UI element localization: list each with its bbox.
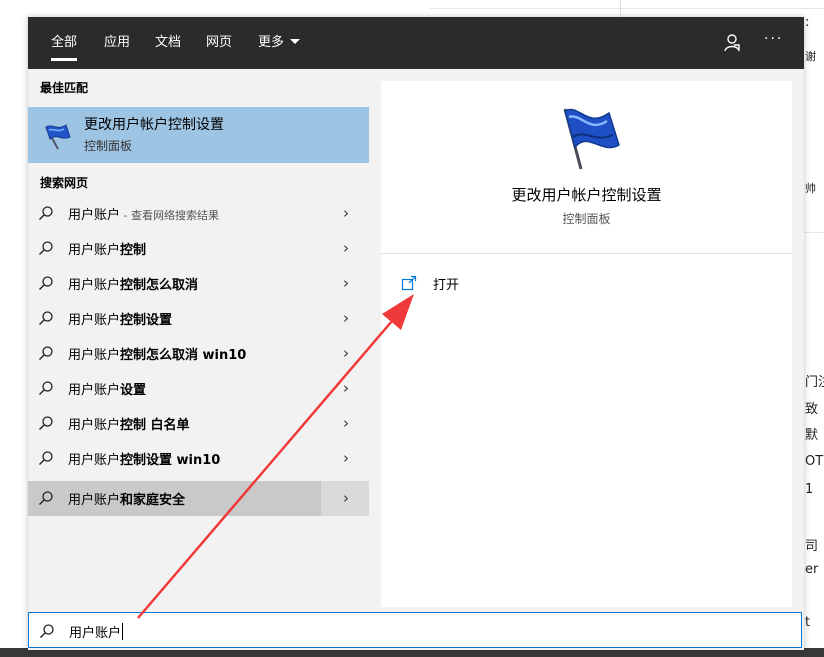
preview-title: 更改用户帐户控制设置 (511, 186, 662, 204)
background-text: 司 (805, 539, 819, 554)
results-list: 最佳匹配 更改用户帐户控制设置 控制面板 搜索网页 用户账户 - 查看网络搜索结… (28, 69, 369, 607)
web-result-label: 用户账户控制 白名单 (68, 418, 190, 433)
search-input[interactable]: 用户账户 (69, 622, 124, 641)
best-match-item[interactable]: 更改用户帐户控制设置 控制面板 (28, 107, 369, 163)
search-icon (39, 346, 53, 360)
web-result-label: 用户账户 - 查看网络搜索结果 (68, 208, 219, 223)
chevron-right-icon[interactable]: › (343, 204, 349, 222)
preview-pane: 更改用户帐户控制设置 控制面板 打开 (381, 81, 792, 607)
background-text: 门注 (805, 375, 824, 390)
chevron-right-icon[interactable]: › (343, 274, 349, 292)
search-icon (39, 416, 53, 430)
background-text: er (805, 562, 819, 577)
open-action-label: 打开 (433, 278, 460, 293)
tab-apps[interactable]: 应用 (104, 17, 130, 69)
chevron-right-icon[interactable]: › (343, 309, 349, 327)
search-icon (39, 491, 53, 505)
background-divider (430, 8, 824, 9)
start-search-panel: 全部 应用 文档 网页 更多 ··· 最佳匹配 更改用户帐户控制设置 控制面板 … (28, 17, 804, 650)
best-match-subtitle: 控制面板 (84, 139, 133, 153)
tab-more[interactable]: 更多 (258, 17, 301, 69)
background-divider (804, 232, 824, 233)
web-result-hint: - 查看网络搜索结果 (120, 209, 219, 222)
web-result-row[interactable]: 用户账户控制设置 win10 › (28, 441, 369, 476)
caret-down-icon (290, 39, 301, 44)
search-icon (39, 311, 53, 325)
uac-flag-icon (45, 124, 71, 150)
search-icon (39, 206, 53, 220)
search-icon (39, 241, 53, 255)
web-result-label: 用户账户控制怎么取消 win10 (68, 348, 247, 363)
web-result-row[interactable]: 用户账户控制怎么取消 › (28, 266, 369, 301)
tab-web[interactable]: 网页 (206, 17, 232, 69)
background-divider (620, 0, 621, 18)
background-text: 默 (805, 428, 819, 443)
background-text: t (805, 615, 811, 630)
preview-divider (381, 253, 792, 254)
best-match-header: 最佳匹配 (40, 81, 89, 95)
web-result-label: 用户账户设置 (68, 383, 147, 398)
open-external-icon (401, 275, 417, 291)
tab-all[interactable]: 全部 (51, 17, 78, 69)
filter-tabs-bar: 全部 应用 文档 网页 更多 ··· (28, 17, 804, 69)
background-text: : (805, 15, 810, 30)
web-result-row[interactable]: 用户账户控制设置 › (28, 301, 369, 336)
best-match-title: 更改用户帐户控制设置 (84, 117, 224, 133)
text-cursor (122, 623, 124, 640)
web-result-label: 用户账户控制 (68, 243, 147, 258)
web-search-header: 搜索网页 (40, 176, 89, 190)
more-options-button[interactable]: ··· (764, 31, 783, 47)
background-text: 致 (805, 402, 819, 417)
background-text: 帅 (805, 182, 816, 195)
chevron-right-icon[interactable]: › (343, 414, 349, 432)
chevron-right-icon[interactable]: › (343, 489, 349, 507)
open-action-button[interactable]: 打开 (395, 269, 595, 297)
chevron-right-icon[interactable]: › (343, 344, 349, 362)
web-result-row[interactable]: 用户账户控制 白名单 › (28, 406, 369, 441)
web-result-label: 用户账户和家庭安全 (68, 493, 186, 508)
web-result-row[interactable]: 用户账户设置 › (28, 371, 369, 406)
preview-subtitle: 控制面板 (562, 212, 611, 226)
search-icon (40, 624, 54, 638)
web-result-row[interactable]: 用户账户 - 查看网络搜索结果 › (28, 196, 369, 231)
uac-flag-icon (563, 108, 620, 170)
search-icon (39, 381, 53, 395)
chevron-right-icon[interactable]: › (343, 239, 349, 257)
search-icon (39, 276, 53, 290)
background-text: OT (805, 454, 824, 469)
search-box[interactable]: 用户账户 (28, 612, 802, 648)
web-result-label: 用户账户控制设置 (68, 313, 173, 328)
web-result-row[interactable]: 用户账户和家庭安全 › (28, 481, 369, 516)
chevron-right-icon[interactable]: › (343, 449, 349, 467)
search-icon (39, 451, 53, 465)
background-text: 1 (805, 482, 814, 497)
search-query: 用户账户 (69, 626, 122, 641)
background-text: 谢 (805, 50, 816, 63)
web-result-label: 用户账户控制怎么取消 (68, 278, 199, 293)
chevron-right-icon[interactable]: › (343, 379, 349, 397)
tab-documents[interactable]: 文档 (155, 17, 181, 69)
web-result-label: 用户账户控制设置 win10 (68, 453, 221, 468)
tab-more-label: 更多 (258, 35, 285, 50)
web-result-row[interactable]: 用户账户控制怎么取消 win10 › (28, 336, 369, 371)
web-result-row[interactable]: 用户账户控制 › (28, 231, 369, 266)
feedback-person-icon[interactable] (720, 31, 744, 55)
